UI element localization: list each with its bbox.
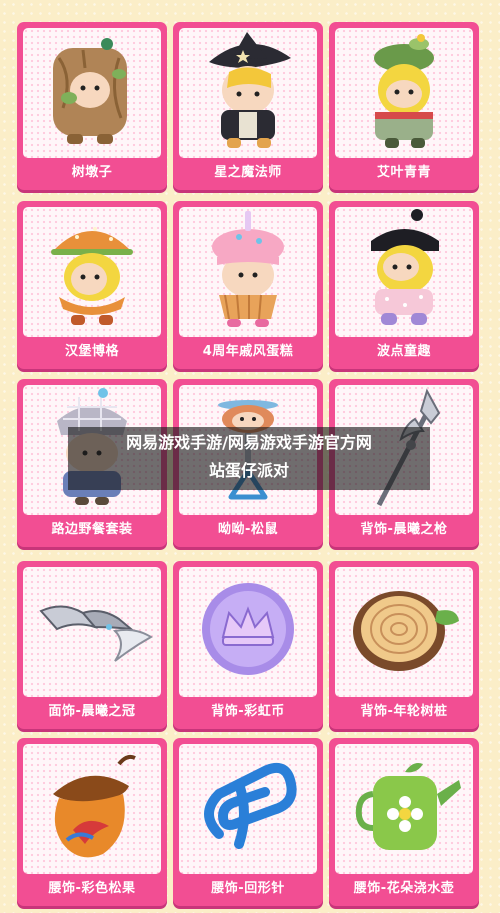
card-label: 面饰-晨曦之冠 bbox=[48, 704, 136, 719]
overlay-title-line-1: 网易游戏手游/网易游戏手游官方网 bbox=[126, 433, 372, 452]
rainbow-coin-icon bbox=[202, 583, 294, 675]
overlay-title-line-2: 站蛋仔派对 bbox=[208, 461, 289, 480]
anniversary-cake-character-icon bbox=[212, 211, 284, 327]
reward-card[interactable]: 背饰-彩虹币 bbox=[173, 561, 323, 729]
reward-card[interactable]: 艾叶青青 bbox=[329, 22, 479, 190]
paperclip-icon bbox=[204, 762, 297, 849]
card-label: 背饰-年轮树桩 bbox=[360, 704, 448, 719]
flower-watering-can-icon bbox=[355, 763, 461, 850]
card-label: 树墩子 bbox=[71, 165, 113, 180]
card-label: 路边野餐套装 bbox=[51, 522, 133, 537]
card-label: 艾叶青青 bbox=[376, 165, 431, 180]
reward-card[interactable]: 腰饰-彩色松果 bbox=[17, 738, 167, 906]
colorful-acorn-icon bbox=[53, 754, 136, 858]
card-label: 汉堡博格 bbox=[64, 344, 119, 359]
polka-dot-kid-character-icon bbox=[371, 209, 439, 325]
reward-card[interactable]: 树墩子 bbox=[17, 22, 167, 190]
card-label: 背饰-晨曦之枪 bbox=[360, 522, 448, 537]
article-title-overlay: 网易游戏手游/网易游戏手游官方网 站蛋仔派对 bbox=[68, 427, 430, 490]
reward-card[interactable]: 汉堡博格 bbox=[17, 201, 167, 369]
reward-card[interactable]: 波点童趣 bbox=[329, 201, 479, 369]
reward-card[interactable]: 面饰-晨曦之冠 bbox=[17, 561, 167, 729]
card-label: 背饰-彩虹币 bbox=[211, 704, 285, 719]
reward-card[interactable]: 腰饰-回形针 bbox=[173, 738, 323, 906]
card-label: 腰饰-回形针 bbox=[211, 881, 285, 896]
tree-stump-character-icon bbox=[53, 38, 127, 144]
dawn-crown-mask-icon bbox=[39, 605, 153, 662]
hamburger-character-icon bbox=[51, 227, 133, 325]
reward-card[interactable]: 背饰-年轮树桩 bbox=[329, 561, 479, 729]
star-wizard-character-icon bbox=[209, 32, 291, 148]
card-label: 星之魔法师 bbox=[214, 165, 282, 180]
card-label: 腰饰-彩色松果 bbox=[48, 881, 136, 896]
card-label: 呦呦-松鼠 bbox=[218, 522, 278, 537]
reward-card[interactable]: 腰饰-花朵浇水壶 bbox=[329, 738, 479, 906]
reward-card[interactable]: 4周年戚风蛋糕 bbox=[173, 201, 323, 369]
card-label: 波点童趣 bbox=[376, 344, 431, 359]
tree-ring-stump-icon bbox=[353, 591, 459, 671]
card-label: 腰饰-花朵浇水壶 bbox=[353, 881, 455, 896]
reward-card[interactable]: 星之魔法师 bbox=[173, 22, 323, 190]
mugwort-girl-character-icon bbox=[374, 34, 434, 148]
card-label: 4周年戚风蛋糕 bbox=[202, 344, 294, 359]
